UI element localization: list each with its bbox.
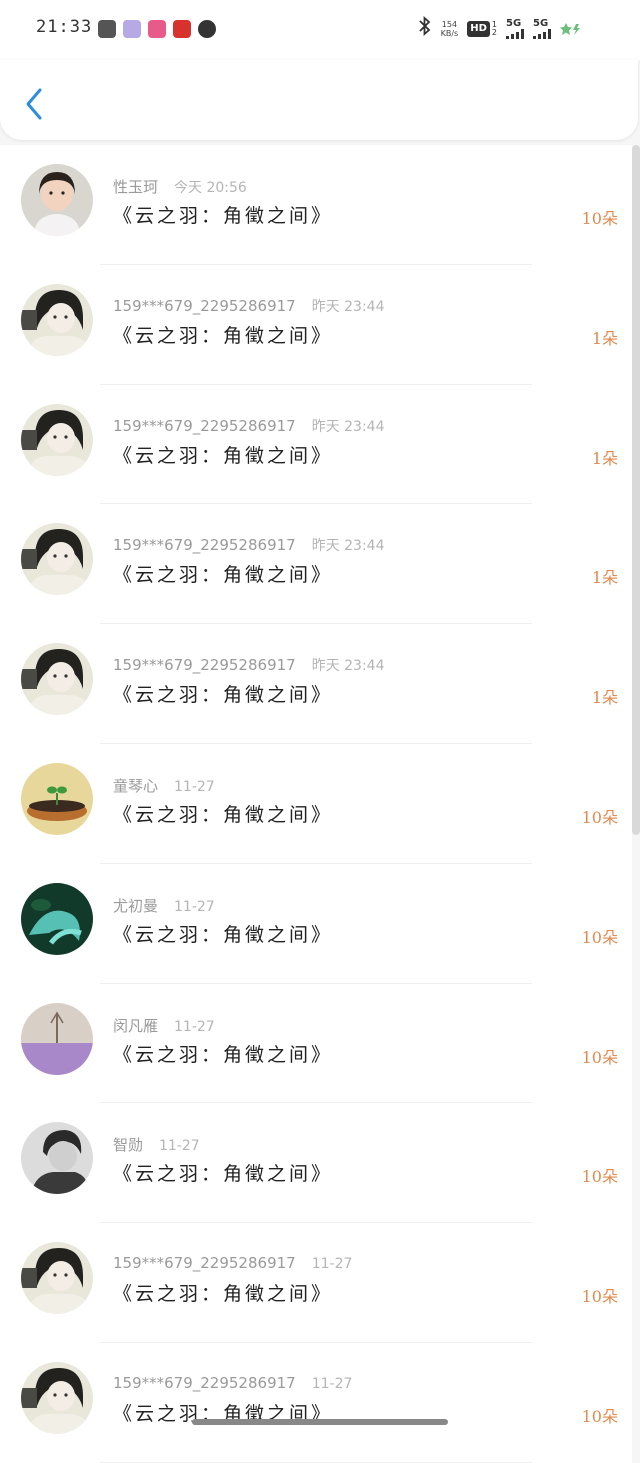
signal-label-1: 5G — [506, 17, 522, 29]
list-item[interactable]: 智勋 11-27 《云之羽：角徵之间》 10朵 — [0, 1103, 632, 1224]
user-name: 159***679_2295286917 — [113, 416, 296, 435]
flower-count: 1朵 — [591, 688, 618, 708]
bluetooth-icon — [418, 15, 432, 41]
work-title: 《云之羽：角徵之间》 — [113, 923, 334, 946]
flower-count: 1朵 — [591, 568, 618, 588]
work-title: 《云之羽：角徵之间》 — [113, 324, 334, 347]
avatar[interactable] — [21, 523, 93, 596]
gift-date: 11-27 — [174, 778, 215, 795]
status-bar: 21:33 154 KB/s HD 1 2 5G 5G — [0, 0, 640, 60]
pink-app-icon — [148, 20, 166, 38]
list-item[interactable]: 159***679_2295286917 昨天 23:44 《云之羽：角徵之间》 … — [0, 384, 632, 505]
work-title: 《云之羽：角徵之间》 — [113, 205, 334, 227]
flower-count: 10朵 — [581, 807, 618, 827]
list-item[interactable]: 性玉珂 今天 20:56 《云之羽：角徵之间》 10朵 — [0, 145, 632, 265]
flower-count: 10朵 — [581, 1047, 618, 1067]
game-app-icon — [98, 20, 116, 38]
user-name: 159***679_2295286917 — [113, 536, 296, 555]
list-item[interactable]: 159***679_2295286917 11-27 《云之羽：角徵之间》 10朵 — [0, 1223, 632, 1343]
gift-date: 11-27 — [311, 1375, 353, 1392]
avatar[interactable] — [21, 1242, 93, 1315]
red-app-icon — [173, 20, 191, 38]
network-speed-unit: KB/s — [440, 28, 459, 38]
gift-date: 昨天 23:44 — [311, 418, 385, 435]
user-name: 159***679_2295286917 — [113, 1254, 296, 1273]
network-speed: 154 KB/s — [441, 20, 459, 38]
flower-count: 10朵 — [581, 1406, 618, 1426]
gift-date: 11-27 — [159, 1138, 200, 1155]
avatar[interactable] — [21, 643, 93, 716]
battery-charging-icon — [560, 22, 582, 36]
work-title: 《云之羽：角徵之间》 — [113, 1043, 334, 1066]
flower-count: 1朵 — [591, 328, 618, 348]
flower-count: 10朵 — [581, 927, 618, 947]
user-name: 159***679_2295286917 — [113, 1373, 296, 1392]
hd-voice-indicator: HD 1 2 — [467, 20, 497, 37]
avatar[interactable] — [21, 403, 93, 476]
work-title: 《云之羽：角徵之间》 — [113, 564, 334, 587]
avatar[interactable] — [21, 283, 93, 356]
gift-date: 11-27 — [174, 1018, 215, 1035]
scrollbar[interactable] — [632, 145, 640, 835]
gift-date: 11-27 — [174, 898, 215, 915]
avatar[interactable] — [21, 164, 93, 236]
top-app-bar — [0, 60, 638, 140]
list-item[interactable]: 159***679_2295286917 昨天 23:44 《云之羽：角徵之间》 … — [0, 264, 632, 385]
gift-date: 今天 20:56 — [174, 180, 247, 196]
gift-record-list: 性玉珂 今天 20:56 《云之羽：角徵之间》 10朵 159***679_229… — [0, 145, 632, 1463]
back-button[interactable] — [22, 86, 52, 122]
avatar[interactable] — [21, 1122, 93, 1195]
user-name: 智勋 — [113, 1136, 144, 1155]
work-title: 《云之羽：角徵之间》 — [113, 444, 334, 467]
work-title: 《云之羽：角徵之间》 — [113, 1283, 334, 1306]
gift-date: 昨天 23:44 — [311, 538, 385, 555]
gift-date: 昨天 23:44 — [311, 658, 385, 675]
list-item[interactable]: 童琴心 11-27 《云之羽：角徵之间》 10朵 — [0, 743, 632, 864]
system-icons: 154 KB/s HD 1 2 5G 5G — [418, 15, 582, 41]
avatar[interactable] — [21, 882, 93, 955]
flower-count: 10朵 — [581, 209, 618, 228]
gift-date: 11-27 — [311, 1256, 353, 1273]
flower-count: 10朵 — [581, 1167, 618, 1187]
avatar[interactable] — [21, 762, 93, 835]
signal-icon-2: 5G — [533, 17, 551, 39]
flower-count: 10朵 — [581, 1287, 618, 1307]
list-item[interactable]: 159***679_2295286917 11-27 《云之羽：角徵之间》 10朵 — [0, 1342, 632, 1463]
status-time: 21:33 — [36, 17, 93, 37]
user-name: 性玉珂 — [113, 178, 159, 196]
user-name: 尤初曼 — [113, 896, 159, 915]
signal-icon-1: 5G — [506, 17, 524, 39]
notification-icons — [98, 20, 216, 38]
signal-label-2: 5G — [533, 17, 549, 29]
work-title: 《云之羽：角徵之间》 — [113, 684, 334, 707]
hd-sub-bottom: 2 — [491, 27, 497, 37]
home-indicator[interactable] — [192, 1419, 448, 1425]
avatar-app-icon — [123, 20, 141, 38]
work-title: 《云之羽：角徵之间》 — [113, 803, 334, 826]
user-name: 童琴心 — [113, 776, 159, 795]
avatar[interactable] — [21, 1361, 93, 1434]
user-name: 闵凡雁 — [113, 1016, 159, 1035]
user-name: 159***679_2295286917 — [113, 656, 296, 675]
network-speed-value: 154 — [441, 19, 458, 29]
gift-date: 昨天 23:44 — [311, 298, 385, 315]
list-item[interactable]: 尤初曼 11-27 《云之羽：角徵之间》 10朵 — [0, 863, 632, 984]
list-item[interactable]: 159***679_2295286917 昨天 23:44 《云之羽：角徵之间》 … — [0, 624, 632, 744]
work-title: 《云之羽：角徵之间》 — [113, 1163, 334, 1186]
list-item[interactable]: 159***679_2295286917 昨天 23:44 《云之羽：角徵之间》 … — [0, 504, 632, 625]
hd-label: HD — [467, 20, 490, 37]
bird-app-icon — [198, 20, 216, 38]
avatar[interactable] — [21, 1002, 93, 1075]
flower-count: 1朵 — [591, 448, 618, 468]
list-item[interactable]: 闵凡雁 11-27 《云之羽：角徵之间》 10朵 — [0, 983, 632, 1104]
user-name: 159***679_2295286917 — [113, 296, 296, 315]
chevron-left-icon — [26, 88, 42, 120]
